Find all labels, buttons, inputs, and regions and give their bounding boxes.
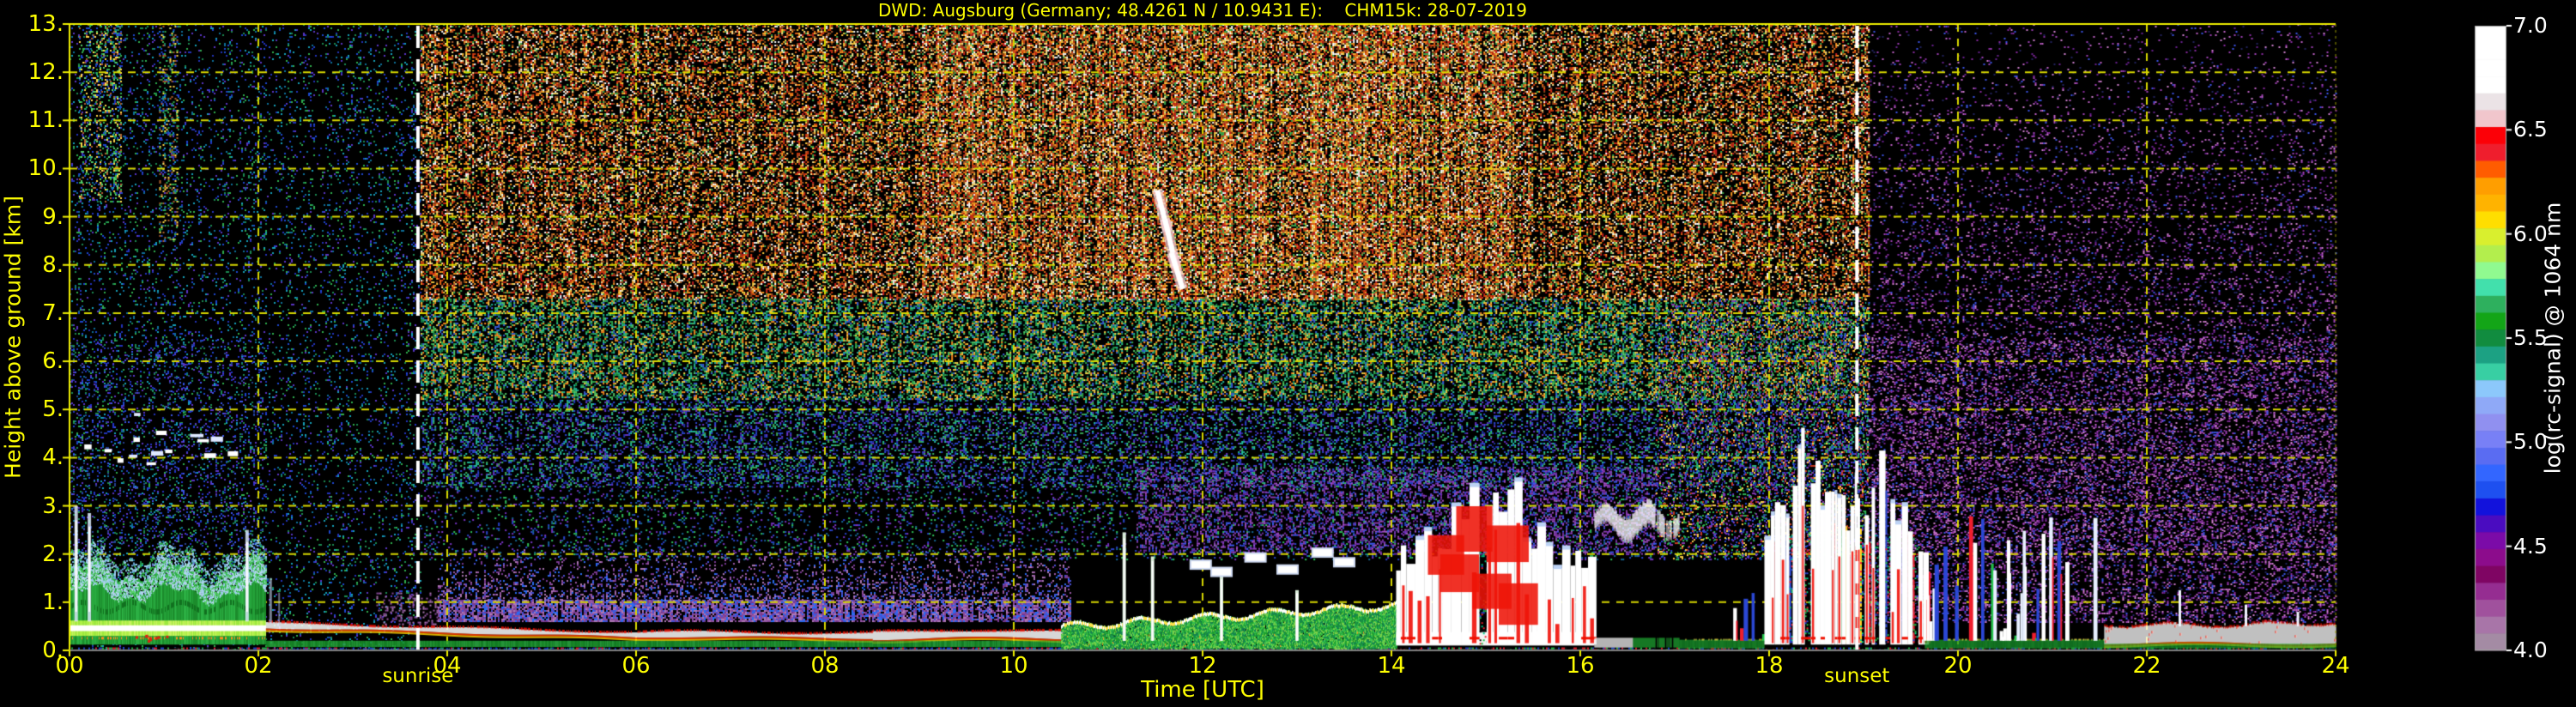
- y-tick-label: 5.: [42, 396, 64, 423]
- y-tick-label: 10.: [27, 155, 64, 182]
- x-tick-label: 24: [2321, 653, 2350, 679]
- y-tick-label: 11.: [27, 107, 64, 134]
- ceilometer-heatmap-canvas: [0, 0, 2576, 707]
- y-tick-label: 8.: [42, 251, 64, 278]
- y-tick-label: 1.: [42, 589, 64, 615]
- x-tick-label: 00: [55, 653, 84, 679]
- y-tick-label: 9.: [42, 203, 64, 230]
- x-axis-label: Time [UTC]: [1141, 677, 1264, 703]
- x-tick-label: 12: [1188, 653, 1217, 679]
- y-axis-label: Height above ground [km]: [0, 196, 26, 479]
- y-tick-label: 7.: [42, 299, 64, 326]
- colorbar-tick-label: 7.0: [2513, 13, 2548, 38]
- x-tick-label: 08: [810, 653, 839, 679]
- page-title: DWD: Augsburg (Germany; 48.4261 N / 10.9…: [877, 0, 1528, 21]
- x-tick-label: 16: [1566, 653, 1595, 679]
- colorbar-label: log(rc-signal) @ 1064 nm: [2540, 202, 2566, 474]
- y-tick-label: 6.: [42, 348, 64, 375]
- colorbar-tick-label: 4.0: [2513, 638, 2548, 662]
- colorbar-tick-label: 6.5: [2513, 117, 2548, 142]
- x-tick-label: 22: [2132, 653, 2161, 679]
- colorbar-tick-label: 4.5: [2513, 533, 2548, 559]
- x-tick-label: 06: [621, 653, 651, 679]
- x-tick-label: 14: [1377, 653, 1406, 679]
- sunrise-annotation: sunrise: [382, 665, 454, 687]
- y-tick-label: 3.: [42, 492, 64, 519]
- y-tick-label: 13.: [27, 11, 64, 37]
- x-tick-label: 02: [244, 653, 273, 679]
- sunset-annotation: sunset: [1824, 665, 1890, 687]
- x-tick-label: 20: [1943, 653, 1973, 679]
- y-tick-label: 2.: [42, 541, 64, 567]
- y-tick-label: 12.: [27, 59, 64, 86]
- y-tick-label: 4.: [42, 444, 64, 471]
- ceilometer-quicklook-figure: DWD: Augsburg (Germany; 48.4261 N / 10.9…: [0, 0, 2576, 707]
- x-tick-label: 10: [999, 653, 1028, 679]
